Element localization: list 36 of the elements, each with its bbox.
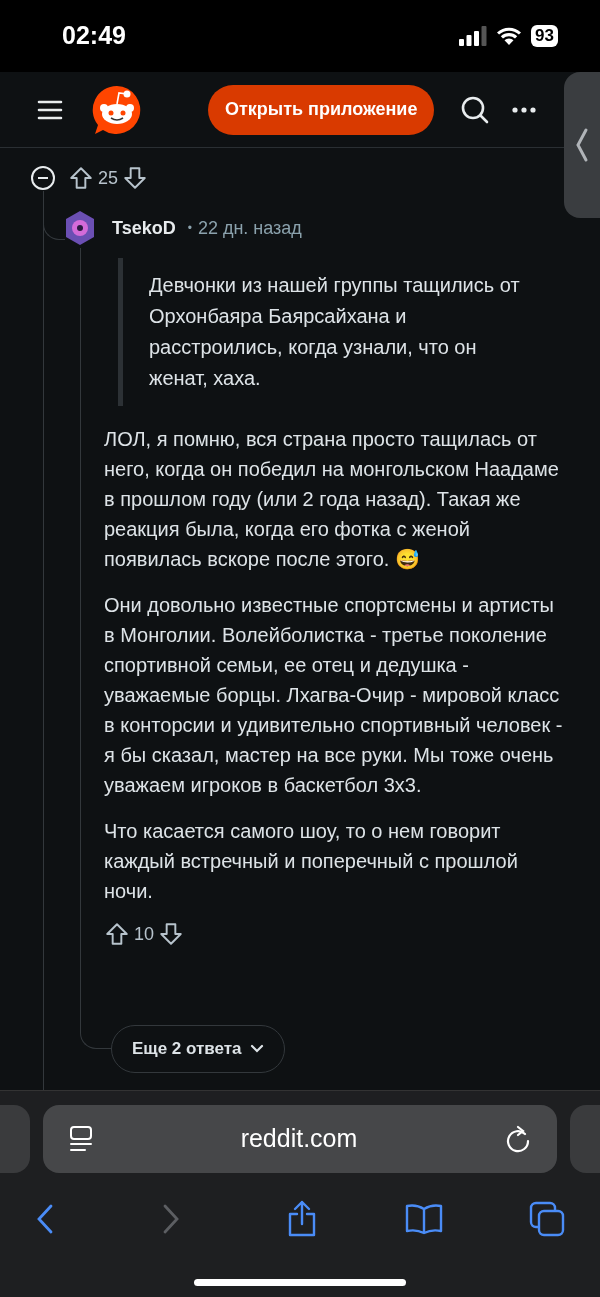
chevron-left-icon[interactable] xyxy=(575,127,589,163)
search-icon[interactable] xyxy=(460,94,491,125)
share-icon[interactable] xyxy=(286,1200,318,1238)
url-text: reddit.com xyxy=(239,1123,359,1155)
avatar-icon xyxy=(64,210,96,246)
battery-indicator: 93 xyxy=(531,25,558,47)
tabs-icon[interactable] xyxy=(529,1201,565,1237)
downvote-icon[interactable] xyxy=(122,165,149,191)
more-replies-button[interactable]: Еще 2 ответа xyxy=(111,1025,285,1073)
wifi-icon xyxy=(495,26,524,46)
menu-icon[interactable] xyxy=(37,98,63,121)
comment-paragraph: ЛОЛ, я помню, вся страна просто тащилась от него, когда он победил на монгольском Наадаме в прошлом году (или 2 года назад). Такая же реакция была, когда его фотка с женой появилась вскоре после этого. 😅 xyxy=(104,427,560,572)
collapse-icon[interactable] xyxy=(30,165,56,191)
reddit-logo-icon[interactable] xyxy=(91,83,143,136)
upvote-icon[interactable] xyxy=(104,921,130,947)
signal-icon xyxy=(459,26,488,46)
upvote-icon[interactable] xyxy=(68,165,94,191)
chevron-down-icon xyxy=(249,1044,264,1054)
back-icon[interactable] xyxy=(35,1203,55,1235)
reader-icon[interactable] xyxy=(69,1125,93,1153)
address-bar[interactable]: reddit.com xyxy=(43,1105,557,1173)
side-panel-handle[interactable] xyxy=(564,72,600,218)
downvote-icon[interactable] xyxy=(158,921,185,947)
vote-count: 25 xyxy=(98,166,119,190)
username[interactable]: TsekoD xyxy=(112,214,176,242)
comment-paragraph: Они довольно известные спортсмены и артисты в Монголии. Волейболистка - третье поколение спортивной семьи, ее отец и дедушка - уважаемые борцы. Лхагва-Очир - мировой класс в конторсии и удивительно спортивный человек - я бы сказал, мастер на все руки. Мы тоже очень уважаем игроков в баскетбол 3x3. xyxy=(104,593,564,798)
clock-time: 02:49 xyxy=(62,20,126,52)
comment-paragraph: Что касается самого шоу, то о нем говорит каждый встречный и поперечный с прошлой ночи. xyxy=(104,819,519,904)
vote-count: 10 xyxy=(134,922,155,946)
bookmarks-icon[interactable] xyxy=(403,1203,444,1235)
quoted-text: Девчонки из нашей группы тащились от Орхонбаяра Баярсайхана и расстроились, когда узнали, что он женат, хаха. xyxy=(149,273,521,391)
reload-icon[interactable] xyxy=(505,1125,531,1153)
comment-time: 22 дн. назад xyxy=(197,216,302,240)
separator-dot: • xyxy=(187,220,192,237)
open-app-button[interactable]: Открыть приложение xyxy=(208,84,435,135)
more-options-icon[interactable] xyxy=(512,106,537,113)
